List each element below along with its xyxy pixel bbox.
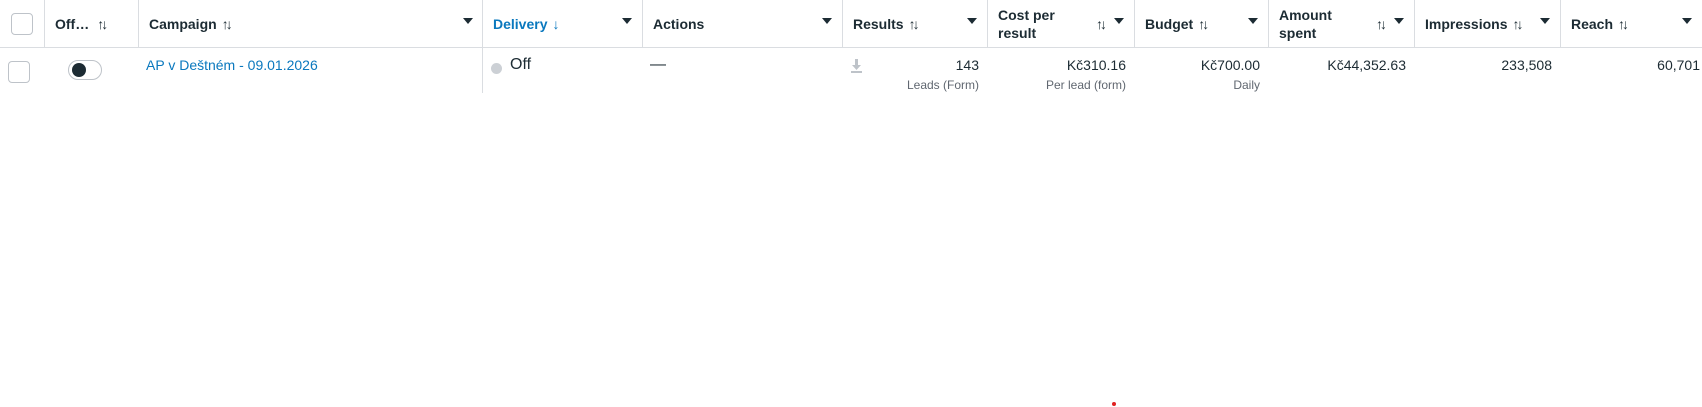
column-label-amount-spent: Amount spent — [1279, 6, 1332, 41]
impressions-cell: 233,508 — [1414, 48, 1560, 95]
caret-down-icon[interactable] — [622, 18, 632, 24]
column-label-budget: Budget — [1145, 15, 1194, 32]
amount-spent-cell: Kč44,352.63 — [1268, 48, 1414, 95]
impressions-value: 233,508 — [1501, 57, 1552, 73]
budget-type: Daily — [1233, 78, 1260, 92]
budget-cell: Kč700.00 Daily — [1134, 48, 1268, 95]
cursor-marker — [1112, 402, 1116, 406]
budget-value: Kč700.00 — [1200, 57, 1260, 73]
sort-icon[interactable]: ↑↓ — [909, 16, 920, 32]
sort-icon[interactable]: ↑↓ — [1618, 16, 1629, 32]
row-select-cell — [8, 61, 30, 83]
reach-value: 60,701 — [1657, 57, 1700, 73]
delivery-status: Off — [510, 56, 532, 73]
caret-down-icon[interactable] — [1248, 18, 1258, 24]
column-header-delivery[interactable]: Delivery ↓ — [482, 0, 642, 47]
column-header-cost-per-result[interactable]: Cost per result ↑↓ — [987, 0, 1134, 47]
status-dot-icon — [491, 63, 502, 74]
campaign-name-link[interactable]: AP v Deštném - 09.01.2026 — [146, 56, 318, 74]
column-divider — [482, 47, 483, 93]
table-row[interactable]: AP v Deštném - 09.01.2026 Off — 143 Lead… — [0, 48, 1702, 95]
amount-spent-value: Kč44,352.63 — [1327, 57, 1406, 73]
sort-descending-icon[interactable]: ↓ — [552, 16, 559, 32]
sort-icon[interactable]: ↑↓ — [97, 16, 108, 32]
column-header-impressions[interactable]: Impressions ↑↓ — [1414, 0, 1560, 47]
campaign-toggle-switch[interactable] — [68, 60, 102, 80]
caret-down-icon[interactable] — [967, 18, 977, 24]
column-label-reach: Reach — [1571, 15, 1614, 32]
column-label-cost-per-result: Cost per result — [998, 6, 1055, 41]
select-all-checkbox[interactable] — [11, 12, 33, 35]
campaigns-table: Off… ↑↓ Campaign ↑↓ Delivery ↓ Actions R… — [0, 0, 1702, 95]
column-header-results[interactable]: Results ↑↓ — [842, 0, 987, 47]
column-label-actions: Actions — [653, 15, 705, 32]
column-label-results: Results — [853, 15, 904, 32]
caret-down-icon[interactable] — [1114, 18, 1124, 24]
row-checkbox[interactable] — [8, 61, 30, 83]
sort-icon[interactable]: ↑↓ — [1512, 16, 1523, 32]
column-header-campaign[interactable]: Campaign ↑↓ — [138, 0, 483, 47]
cost-per-result-type: Per lead (form) — [1045, 78, 1126, 92]
cost-per-result-cell: Kč310.16 Per lead (form) — [987, 48, 1134, 95]
sort-icon[interactable]: ↑↓ — [1096, 16, 1107, 32]
sort-icon[interactable]: ↑↓ — [1198, 16, 1209, 32]
column-header-actions[interactable]: Actions — [642, 0, 842, 47]
caret-down-icon[interactable] — [822, 18, 832, 24]
column-header-off[interactable]: Off… ↑↓ — [44, 0, 138, 47]
caret-down-icon[interactable] — [463, 18, 473, 24]
caret-down-icon[interactable] — [1682, 18, 1692, 24]
column-label-delivery: Delivery — [493, 15, 548, 32]
sort-icon[interactable]: ↑↓ — [1376, 16, 1387, 32]
actions-value: — — [650, 56, 666, 73]
cost-per-result-value: Kč310.16 — [1066, 57, 1126, 73]
column-header-reach[interactable]: Reach ↑↓ — [1560, 0, 1702, 47]
sort-icon[interactable]: ↑↓ — [222, 16, 233, 32]
column-label-campaign: Campaign — [149, 15, 217, 32]
toggle-knob — [72, 63, 86, 77]
column-header-amount-spent[interactable]: Amount spent ↑↓ — [1268, 0, 1414, 47]
column-label-off: Off… — [55, 15, 90, 32]
table-header-row: Off… ↑↓ Campaign ↑↓ Delivery ↓ Actions R… — [0, 0, 1702, 48]
reach-cell: 60,701 — [1560, 48, 1702, 95]
results-value: 143 — [955, 57, 979, 73]
select-all-cell — [0, 0, 44, 47]
column-label-impressions: Impressions — [1425, 15, 1508, 32]
column-header-budget[interactable]: Budget ↑↓ — [1134, 0, 1268, 47]
caret-down-icon[interactable] — [1394, 18, 1404, 24]
results-type: Leads (Form) — [906, 78, 979, 92]
caret-down-icon[interactable] — [1540, 18, 1550, 24]
results-cell: 143 Leads (Form) — [842, 48, 987, 95]
